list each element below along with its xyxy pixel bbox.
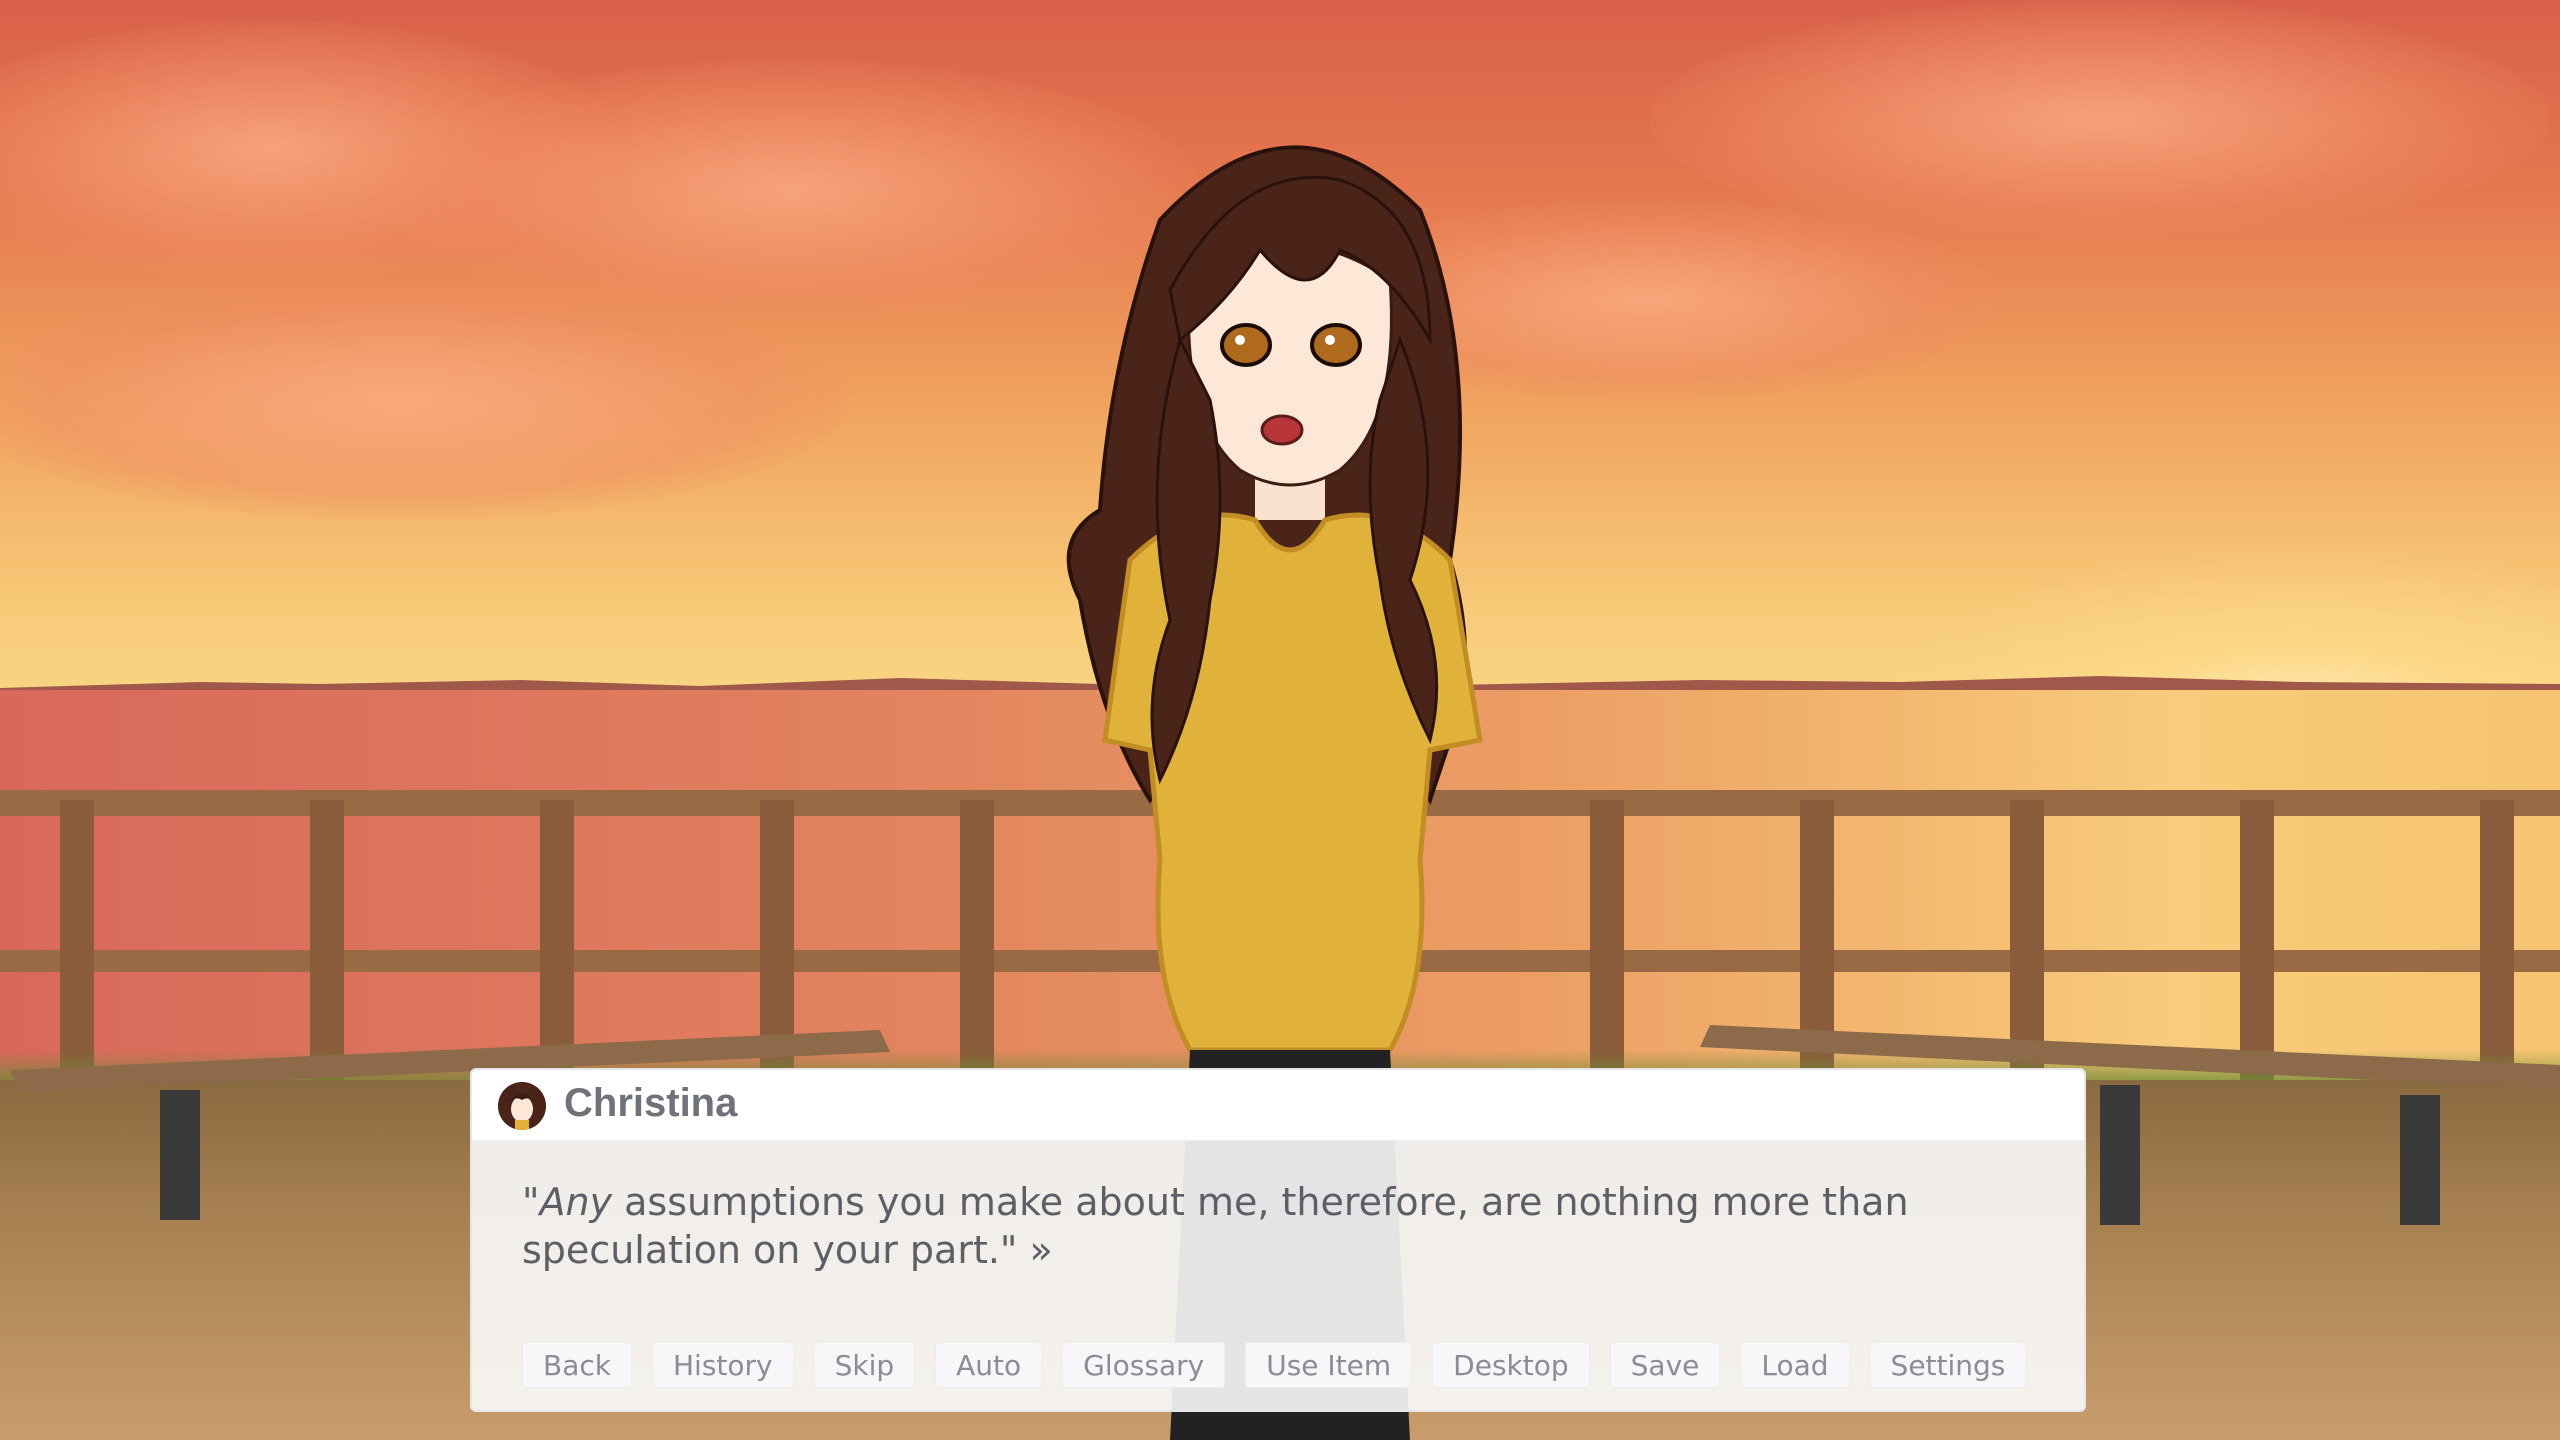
back-button[interactable]: Back: [522, 1342, 632, 1388]
glossary-button[interactable]: Glossary: [1062, 1342, 1226, 1388]
settings-button[interactable]: Settings: [1869, 1342, 2027, 1388]
continue-indicator-icon[interactable]: »: [1030, 1228, 1053, 1272]
cloud: [1650, 0, 2550, 240]
save-button[interactable]: Save: [1609, 1342, 1721, 1388]
dialogue-emphasis: Any: [539, 1180, 613, 1224]
load-button[interactable]: Load: [1740, 1342, 1850, 1388]
dialogue-box[interactable]: Christina "Any assumptions you make abou…: [470, 1068, 2086, 1412]
desktop-button[interactable]: Desktop: [1432, 1342, 1590, 1388]
christina-portrait-icon: [498, 1082, 546, 1130]
auto-button[interactable]: Auto: [935, 1342, 1043, 1388]
dialogue-text: "Any assumptions you make about me, ther…: [522, 1178, 2002, 1274]
dialogue-open-quote: ": [522, 1180, 540, 1224]
skip-button[interactable]: Skip: [813, 1342, 916, 1388]
use-item-button[interactable]: Use Item: [1245, 1342, 1413, 1388]
history-button[interactable]: History: [651, 1342, 794, 1388]
speaker-avatar: [498, 1082, 546, 1130]
dialogue-body: assumptions you make about me, therefore…: [522, 1180, 1909, 1272]
quick-menu: Back History Skip Auto Glossary Use Item…: [522, 1342, 2027, 1388]
speaker-name: Christina: [564, 1081, 738, 1125]
speaker-namebar: Christina: [472, 1070, 2084, 1141]
